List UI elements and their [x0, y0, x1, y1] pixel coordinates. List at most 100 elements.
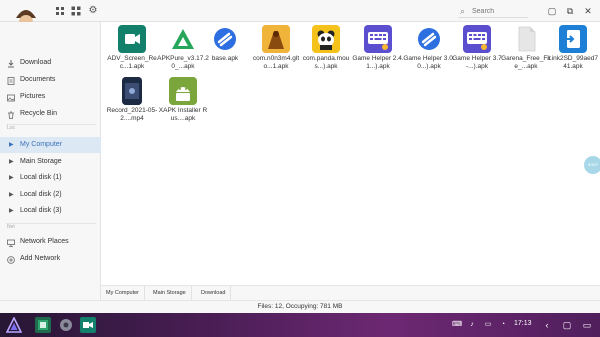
gear-icon[interactable]: ⚙: [87, 5, 99, 17]
sidebar-item-local-disk-3[interactable]: ▶ Local disk (3): [0, 203, 101, 219]
recents-icon[interactable]: ▭: [581, 319, 593, 331]
sidebar-item-label: Local disk (3): [20, 207, 62, 214]
sidebar-item-main-storage[interactable]: ▶ Main Storage: [0, 154, 101, 170]
minimize-icon[interactable]: ▢: [545, 4, 559, 18]
divider: [6, 124, 96, 125]
sidebar-item-label: Download: [20, 59, 52, 66]
expand-arrow-icon[interactable]: ▶: [9, 137, 14, 153]
game-icon: [262, 25, 290, 53]
file-item[interactable]: Garena_Free_Fire_...apk: [500, 22, 552, 92]
sidebar-item-my-computer[interactable]: ▶ My Computer: [0, 137, 101, 153]
file-name: Link2SD_99aed741.apk: [548, 55, 598, 70]
status-bar: Files: 12, Occupying: 781 MB: [0, 300, 600, 313]
file-name: com.n0n3m4.glto...1.apk: [252, 55, 300, 70]
video-file-icon: [122, 77, 142, 105]
expand-arrow-icon[interactable]: ▶: [9, 187, 14, 203]
sidebar-item-download[interactable]: Download: [0, 55, 101, 71]
file-name: Game Helper 3.0.0...).apk: [403, 55, 455, 70]
sidebar-item-label: Documents: [20, 76, 56, 83]
search-input[interactable]: [472, 5, 526, 17]
sidebar-item-label: Local disk (2): [20, 191, 62, 198]
settings-taskbar-icon[interactable]: [58, 317, 74, 333]
sidebar: Download Documents Pictures Recycle Bin …: [0, 22, 101, 300]
file-item[interactable]: Game Helper 2.4.1...).apk: [352, 22, 404, 92]
panda-mouse-icon: [312, 25, 340, 53]
divider: [6, 223, 96, 224]
sidebar-item-label: Network Places: [20, 238, 69, 245]
clock[interactable]: 17:13: [514, 320, 532, 327]
sidebar-item-label: Pictures: [20, 93, 46, 100]
screen-recorder-taskbar-icon[interactable]: [80, 317, 96, 333]
file-item[interactable]: com.panda.mous...).apk: [300, 22, 352, 92]
file-item[interactable]: Game Helper 3.0.0...).apk: [403, 22, 455, 92]
keyboard-helper-icon: [463, 25, 491, 53]
file-item[interactable]: Game Helper 3.7 -...).apk: [451, 22, 503, 92]
battery-icon[interactable]: ▭: [484, 321, 492, 329]
sidebar-item-documents[interactable]: Documents: [0, 72, 101, 88]
taskbar: ⌨ ♪ ▭ ◔ 17:13 ‹ ▢ ▭: [0, 313, 600, 337]
apkpure-icon: [169, 25, 197, 53]
file-manager-taskbar-icon[interactable]: [35, 317, 51, 333]
file-name: ADV_Screen_Rec...1.apk: [107, 55, 157, 70]
section-label-net: Net: [7, 224, 15, 230]
file-name: Garena_Free_Fire_...apk: [501, 55, 551, 70]
file-name: com.panda.mous...).apk: [302, 55, 350, 70]
close-icon[interactable]: ✕: [581, 4, 595, 18]
download-icon: [7, 59, 15, 68]
sidebar-item-label: My Computer: [20, 141, 63, 148]
file-name: Game Helper 3.7 -...).apk: [452, 55, 502, 70]
floating-assist-bubble[interactable]: 9/11F: [584, 156, 600, 174]
file-item[interactable]: XAPK Installer Rus....apk: [157, 74, 209, 144]
expand-arrow-icon[interactable]: ▶: [9, 154, 14, 170]
keyboard-helper-icon: [364, 25, 392, 53]
apps-icon[interactable]: [70, 5, 82, 17]
file-item[interactable]: com.n0n3m4.glto...1.apk: [250, 22, 302, 92]
keyboard-tray-icon[interactable]: ⌨: [452, 321, 462, 329]
blank-file-icon: [512, 25, 540, 53]
section-label-local: Loc: [7, 125, 16, 131]
toolbar: ⚙ ⌕ ▢ ⧉ ✕: [0, 0, 600, 22]
maximize-icon[interactable]: ⧉: [563, 4, 577, 18]
sidebar-item-add-network[interactable]: Add Network: [0, 251, 101, 267]
file-grid: ADV_Screen_Rec...1.apk APKPure_v3.17.20_…: [101, 22, 600, 285]
wifi-icon[interactable]: ◔: [499, 321, 507, 329]
image-icon: [7, 93, 15, 102]
adv-screen-recorder-icon: [118, 25, 146, 53]
trash-icon: [7, 110, 15, 119]
sidebar-item-pictures[interactable]: Pictures: [0, 89, 101, 105]
breadcrumb: My Computer Main Storage Download: [101, 285, 600, 300]
file-name: Game Helper 2.4.1...).apk: [352, 55, 404, 70]
search-field[interactable]: ⌕: [458, 4, 528, 18]
grid-view-icon[interactable]: [54, 5, 66, 17]
sidebar-item-label: Recycle Bin: [20, 110, 57, 117]
file-name: base.apk: [211, 55, 239, 62]
app-icon: [211, 25, 239, 53]
expand-arrow-icon[interactable]: ▶: [9, 203, 14, 219]
sidebar-item-label: Main Storage: [20, 158, 62, 165]
link2sd-icon: [559, 25, 587, 53]
home-icon[interactable]: ▢: [561, 319, 573, 331]
start-menu-icon[interactable]: [5, 316, 23, 333]
sidebar-item-label: Add Network: [20, 255, 61, 262]
breadcrumb-item-download[interactable]: Download: [196, 286, 232, 300]
back-icon[interactable]: ‹: [541, 319, 553, 331]
file-name: XAPK Installer Rus....apk: [158, 107, 208, 122]
volume-icon[interactable]: ♪: [468, 321, 476, 329]
android-icon: [169, 77, 197, 105]
sidebar-item-local-disk-1[interactable]: ▶ Local disk (1): [0, 170, 101, 186]
sidebar-item-network-places[interactable]: Network Places: [0, 234, 101, 250]
breadcrumb-item-my-computer[interactable]: My Computer: [101, 286, 146, 300]
file-item[interactable]: Link2SD_99aed741.apk: [547, 22, 599, 92]
app-icon: [415, 25, 443, 53]
breadcrumb-item-main-storage[interactable]: Main Storage: [148, 286, 192, 300]
add-network-icon: [7, 255, 15, 264]
file-item[interactable]: Record_2021-05-2....mp4: [106, 74, 158, 144]
expand-arrow-icon[interactable]: ▶: [9, 170, 14, 186]
search-icon: ⌕: [460, 6, 466, 16]
sidebar-item-label: Local disk (1): [20, 174, 62, 181]
network-icon: [7, 238, 15, 247]
sidebar-item-local-disk-2[interactable]: ▶ Local disk (2): [0, 187, 101, 203]
document-icon: [7, 76, 15, 85]
sidebar-item-recycle-bin[interactable]: Recycle Bin: [0, 106, 101, 122]
file-name: Record_2021-05-2....mp4: [106, 107, 158, 122]
